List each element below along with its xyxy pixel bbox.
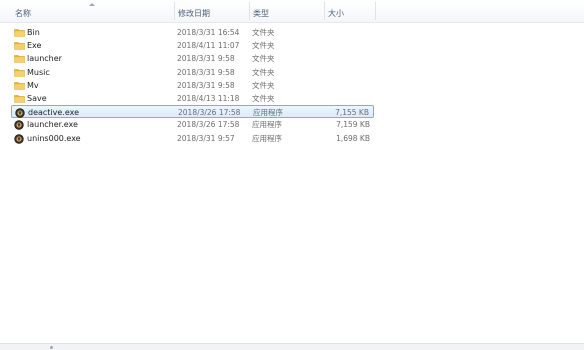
file-type: 应用程序 — [252, 120, 282, 130]
file-row[interactable]: launcher.exe 2018/3/26 17:58 应用程序 7,159 … — [11, 118, 374, 131]
file-date-modified: 2018/4/13 11:18 — [177, 94, 240, 103]
file-type: 文件夹 — [252, 80, 275, 90]
column-header-date[interactable]: 修改日期 — [174, 0, 249, 22]
sort-ascending-icon — [89, 3, 95, 6]
file-name: Exe — [27, 41, 42, 51]
file-date-modified: 2018/3/26 17:58 — [178, 108, 241, 118]
column-header-size[interactable]: 大小 — [324, 0, 375, 22]
file-type: 文件夹 — [252, 41, 275, 51]
file-name: Music — [27, 67, 50, 77]
application-icon — [14, 133, 25, 144]
file-name: Mv — [27, 80, 39, 90]
file-date-modified: 2018/3/31 16:54 — [177, 28, 240, 37]
file-name: unins000.exe — [27, 133, 81, 143]
file-name: Bin — [27, 28, 40, 37]
file-date-modified: 2018/3/31 9:58 — [177, 80, 235, 90]
file-type: 应用程序 — [252, 133, 282, 143]
application-icon — [15, 108, 26, 118]
file-row[interactable]: Exe 2018/4/11 11:07 文件夹 — [11, 39, 374, 52]
file-row[interactable]: Save 2018/4/13 11:18 文件夹 — [11, 92, 374, 105]
file-type: 文件夹 — [252, 67, 275, 77]
file-size: 7,159 KB — [336, 120, 370, 130]
folder-icon — [14, 81, 25, 90]
file-size: 7,155 KB — [335, 108, 369, 118]
column-header-type[interactable]: 类型 — [249, 0, 324, 22]
file-type: 文件夹 — [252, 94, 275, 103]
file-name: deactive.exe — [28, 108, 80, 118]
folder-icon — [14, 68, 25, 77]
file-date-modified: 2018/3/31 9:57 — [177, 133, 235, 143]
file-explorer-window: 名称 修改日期 类型 大小 Bin 2018/3/31 16:54 文件夹 Ex… — [0, 0, 584, 350]
file-row[interactable]: launcher 2018/3/31 9:58 文件夹 — [11, 52, 374, 65]
folder-icon — [14, 94, 25, 103]
file-type: 文件夹 — [252, 28, 275, 37]
column-header-bar: 名称 修改日期 类型 大小 — [0, 0, 584, 23]
file-name: launcher — [27, 54, 62, 64]
file-row[interactable]: Bin 2018/3/31 16:54 文件夹 — [11, 26, 374, 39]
folder-icon — [14, 28, 25, 37]
folder-icon — [14, 41, 25, 50]
file-name: launcher.exe — [27, 120, 78, 130]
horizontal-scrollbar[interactable] — [0, 343, 584, 350]
file-date-modified: 2018/3/26 17:58 — [177, 120, 240, 130]
file-row[interactable]: Mv 2018/3/31 9:58 文件夹 — [11, 79, 374, 92]
file-date-modified: 2018/3/31 9:58 — [177, 67, 235, 77]
file-date-modified: 2018/3/31 9:58 — [177, 54, 235, 64]
file-type: 文件夹 — [252, 54, 275, 64]
file-row[interactable]: deactive.exe 2018/3/26 17:58 应用程序 7,155 … — [11, 105, 374, 119]
file-size: 1,698 KB — [336, 133, 370, 143]
folder-icon — [14, 54, 25, 64]
file-name: Save — [27, 94, 47, 103]
scroll-thumb[interactable] — [50, 346, 53, 349]
file-row[interactable]: Music 2018/3/31 9:58 文件夹 — [11, 66, 374, 79]
file-type: 应用程序 — [253, 108, 283, 118]
column-divider[interactable] — [375, 2, 376, 20]
application-icon — [14, 120, 25, 131]
file-row[interactable]: unins000.exe 2018/3/31 9:57 应用程序 1,698 K… — [11, 132, 374, 145]
file-date-modified: 2018/4/11 11:07 — [177, 41, 240, 51]
